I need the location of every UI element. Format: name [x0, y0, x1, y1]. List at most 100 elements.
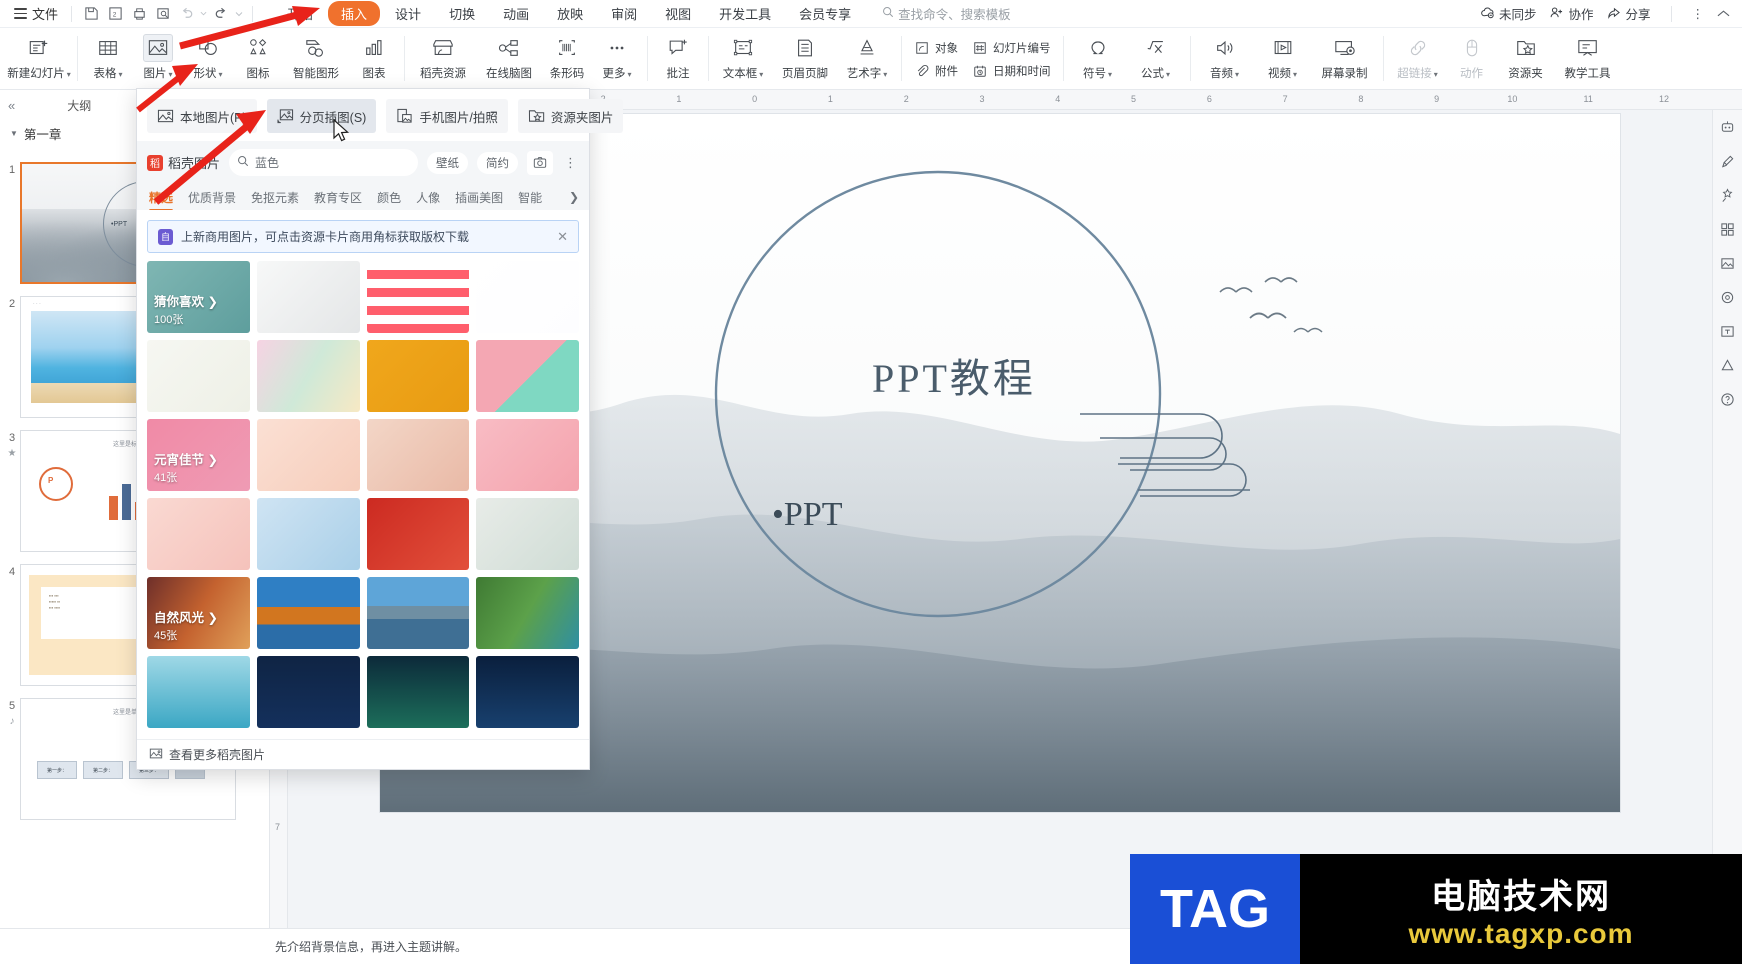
collapse-left-icon[interactable]: « — [8, 98, 15, 113]
slide-title[interactable]: PPT教程 — [872, 346, 1036, 404]
shapes-button[interactable]: 形状 ▾ — [183, 30, 233, 89]
table-button[interactable]: 表格 ▾ — [83, 30, 133, 89]
picture-tab-featured[interactable]: 精选 — [149, 189, 174, 212]
camera-icon[interactable] — [527, 150, 553, 175]
video-button[interactable]: 视频 ▾ — [1254, 30, 1312, 89]
picture-card[interactable] — [147, 340, 250, 412]
mindmap-button[interactable]: 在线脑图 — [476, 30, 542, 89]
picture-card[interactable]: 自然风光 ❯ 45张 — [147, 577, 250, 649]
view-more-row[interactable]: 查看更多稻壳图片 — [137, 739, 589, 769]
action-button[interactable]: 动作 — [1447, 30, 1497, 89]
header-footer-button[interactable]: 页眉页脚 — [772, 30, 838, 89]
print-icon[interactable] — [127, 3, 151, 25]
picture-card[interactable] — [256, 498, 360, 570]
shape-tool-icon[interactable] — [1717, 354, 1739, 376]
picture-card[interactable] — [256, 656, 360, 728]
picture-results[interactable]: 自 上新商用图片，可点击资源卡片商用角标获取版权下载 ✕ 猜你喜欢 ❯ 100张元… — [137, 210, 589, 739]
text-tool-icon[interactable] — [1717, 320, 1739, 342]
hyperlink-button[interactable]: 超链接 ▾ — [1389, 30, 1447, 89]
outline-label[interactable]: 大纲 — [67, 97, 91, 114]
picture-panel-more-icon[interactable]: ⋮ — [562, 155, 579, 171]
picture-tab-education[interactable]: 教育专区 — [314, 189, 362, 206]
tab-developer[interactable]: 开发工具 — [706, 1, 784, 26]
customize-icon[interactable] — [232, 3, 245, 25]
undo-icon[interactable] — [175, 3, 199, 25]
picture-card[interactable] — [256, 577, 360, 649]
layout-icon[interactable] — [1717, 218, 1739, 240]
comment-button[interactable]: 批注 — [653, 30, 703, 89]
phone-picture-button[interactable]: 手机图片/拍照 — [386, 99, 508, 133]
picture-tab-quality-bg[interactable]: 优质背景 — [188, 189, 236, 206]
teaching-tools-button[interactable]: 教学工具 — [1555, 30, 1621, 89]
tab-slideshow[interactable]: 放映 — [544, 1, 596, 26]
slide-number-button[interactable]: 幻灯片编号 — [967, 38, 1056, 58]
picture-tab-cutout[interactable]: 免抠元素 — [251, 189, 299, 206]
formula-button[interactable]: 公式 ▾ — [1127, 30, 1185, 89]
picture-card[interactable] — [366, 340, 470, 412]
icons-button[interactable]: 图标 — [233, 30, 283, 89]
picture-card[interactable] — [476, 261, 579, 333]
picture-card[interactable] — [476, 656, 579, 728]
smartart-button[interactable]: 智能图形 — [283, 30, 349, 89]
picture-card[interactable] — [476, 419, 579, 491]
picture-card[interactable] — [366, 577, 470, 649]
picture-card[interactable] — [147, 656, 250, 728]
picture-tab-portrait[interactable]: 人像 — [416, 189, 440, 206]
picture-card[interactable] — [476, 340, 579, 412]
brush-icon[interactable] — [1717, 150, 1739, 172]
file-menu-button[interactable]: 文件 — [8, 4, 64, 23]
picture-card[interactable]: 猜你喜欢 ❯ 100张 — [147, 261, 250, 333]
new-slide-button[interactable]: 新建幻灯片 ▾ — [6, 30, 72, 89]
picture-card[interactable] — [256, 261, 360, 333]
picture-card[interactable] — [476, 498, 579, 570]
sync-status-button[interactable]: 未同步 — [1480, 4, 1536, 23]
undo-caret-icon[interactable] — [199, 3, 208, 25]
save-as-icon[interactable]: 2 — [103, 3, 127, 25]
chip-simple[interactable]: 简约 — [477, 151, 518, 174]
wordart-button[interactable]: 艺术字 ▾ — [838, 30, 896, 89]
command-search[interactable]: 查找命令、搜索模板 — [882, 4, 1011, 23]
picture-tab-illustration[interactable]: 插画美图 — [455, 189, 503, 206]
picture-tab-smart[interactable]: 智能 — [518, 189, 542, 206]
chevron-up-icon[interactable] — [1717, 7, 1730, 21]
tab-transition[interactable]: 切换 — [436, 1, 488, 26]
chevron-right-icon[interactable]: ❯ — [569, 190, 579, 204]
collaborate-button[interactable]: 协作 — [1549, 4, 1593, 23]
picture-card[interactable] — [366, 261, 470, 333]
save-icon[interactable] — [79, 3, 103, 25]
tab-member[interactable]: 会员专享 — [786, 1, 864, 26]
slide-subtitle[interactable]: •PPT — [772, 496, 843, 534]
picture-card[interactable] — [366, 498, 470, 570]
tab-design[interactable]: 设计 — [382, 1, 434, 26]
symbol-button[interactable]: 符号 ▾ — [1069, 30, 1127, 89]
share-button[interactable]: 分享 — [1606, 4, 1651, 23]
picture-search-input[interactable]: 蓝色 — [229, 149, 418, 176]
textbox-button[interactable]: 文本框 ▾ — [714, 30, 772, 89]
picture-tab-color[interactable]: 颜色 — [377, 189, 401, 206]
date-time-button[interactable]: 日期和时间 — [967, 61, 1056, 81]
kebab-menu-icon[interactable]: ⋮ — [1692, 6, 1705, 21]
tab-animation[interactable]: 动画 — [490, 1, 542, 26]
docer-resource-button[interactable]: 稻壳资源 — [410, 30, 476, 89]
picture-card[interactable] — [366, 419, 470, 491]
attachment-button[interactable]: 附件 — [909, 61, 963, 81]
object-button[interactable]: 对象 — [909, 38, 963, 58]
paged-illustration-button[interactable]: 分页插图(S) — [266, 99, 377, 133]
chart-button[interactable]: 图表 — [349, 30, 399, 89]
barcode-button[interactable]: 条形码 — [542, 30, 592, 89]
tab-review[interactable]: 审阅 — [598, 1, 650, 26]
help-icon[interactable] — [1717, 388, 1739, 410]
picture-card[interactable] — [147, 498, 250, 570]
resource-folder-picture-button[interactable]: 资源夹图片 — [517, 99, 624, 133]
picture-card[interactable] — [256, 419, 360, 491]
screen-record-button[interactable]: 屏幕录制 — [1312, 30, 1378, 89]
image-tool-icon[interactable] — [1717, 252, 1739, 274]
resource-folder-button[interactable]: 资源夹 — [1497, 30, 1555, 89]
picture-button[interactable]: 图片 ▾ — [133, 30, 183, 89]
tab-start[interactable]: 开始 — [274, 1, 326, 26]
design-ideas-icon[interactable] — [1717, 286, 1739, 308]
audio-button[interactable]: 音频 ▾ — [1196, 30, 1254, 89]
picture-card[interactable]: 元宵佳节 ❯ 41张 — [147, 419, 250, 491]
magic-wand-icon[interactable] — [1717, 184, 1739, 206]
tab-view[interactable]: 视图 — [652, 1, 704, 26]
